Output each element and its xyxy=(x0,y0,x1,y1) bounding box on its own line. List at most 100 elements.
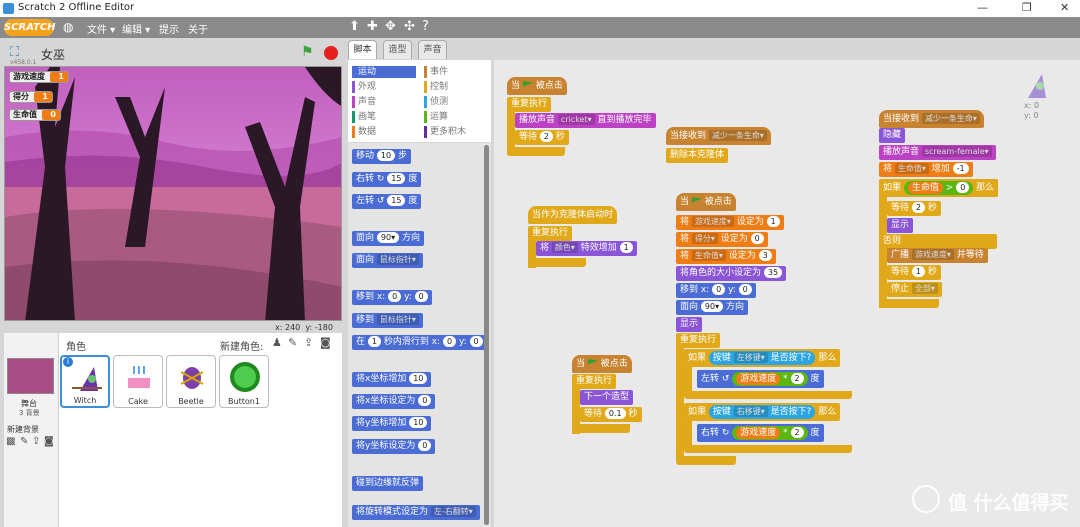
fullscreen-icon[interactable]: ⛶ xyxy=(10,45,19,60)
scripts-area[interactable] xyxy=(494,60,1080,527)
minimize-icon[interactable]: — xyxy=(977,1,988,14)
wait-block[interactable]: 等待 2 秒 xyxy=(887,201,941,216)
menu-about[interactable]: 关于 xyxy=(188,21,208,36)
play-sound-block[interactable]: 播放声音 scream-female▾ xyxy=(879,145,996,160)
category-operators[interactable]: 运算 xyxy=(424,111,448,123)
version-label: v458.0.1 xyxy=(10,59,37,66)
var-value: 1 xyxy=(34,92,52,102)
change-var-block[interactable]: 将 生命值▾ 增加 -1 xyxy=(879,162,973,177)
duplicate-stamp-icon[interactable]: ⬆ xyxy=(349,19,360,34)
category-sound[interactable]: 声音 xyxy=(352,96,376,108)
if-block[interactable]: 如果 按键 右移键▾ 是否按下? 那么 xyxy=(684,403,841,421)
menu-edit[interactable]: 编辑 ▾ xyxy=(122,21,150,36)
next-costume-block[interactable]: 下一个造型 xyxy=(580,390,634,405)
point-direction-block[interactable]: 面向 90▾ 方向 xyxy=(676,300,748,315)
when-flag-clicked-hat[interactable]: 当 被点击 xyxy=(507,77,567,95)
block-change-x[interactable]: 将x坐标增加 10 xyxy=(352,372,432,387)
block-bounce[interactable]: 碰到边缘就反弹 xyxy=(352,476,424,491)
sprites-header: 角色 xyxy=(66,342,86,353)
block-point-towards[interactable]: 面向 鼠标指针▾ xyxy=(352,253,423,268)
tab-scripts[interactable]: 脚本 xyxy=(348,40,377,59)
stage-thumbnail[interactable] xyxy=(7,358,54,394)
green-flag-icon[interactable]: ⚑ xyxy=(301,44,314,60)
backdrop-library-icon[interactable]: ▩ xyxy=(6,436,15,447)
backdrop-upload-icon[interactable]: ⇪ xyxy=(32,436,40,447)
block-move[interactable]: 移动 10 步 xyxy=(352,149,411,164)
category-more-blocks[interactable]: 更多积木 xyxy=(424,126,466,138)
sprite-library-icon[interactable]: ♟ xyxy=(272,336,282,349)
delete-clone-block[interactable]: 删除本克隆体 xyxy=(666,148,729,163)
change-effect-block[interactable]: 将 颜色▾ 特效增加 1 xyxy=(536,241,637,256)
if-c-foot xyxy=(684,445,852,453)
var-monitor-score[interactable]: 得分 1 xyxy=(9,91,53,103)
sprite-tile-cake[interactable]: Cake xyxy=(113,355,163,408)
wait-block[interactable]: 等待 1 秒 xyxy=(887,265,941,280)
category-data[interactable]: 数据 xyxy=(352,126,376,138)
block-set-y[interactable]: 将y坐标设定为 0 xyxy=(352,439,436,454)
shrink-icon[interactable]: ✣ xyxy=(404,19,415,34)
block-goto-xy[interactable]: 移到 x: 0 y: 0 xyxy=(352,290,432,305)
when-receive-hat[interactable]: 当接收到 减少一条生命▾ xyxy=(666,127,771,145)
sprite-tile-button1[interactable]: Button1 xyxy=(219,355,269,408)
grow-icon[interactable]: ✥ xyxy=(385,19,396,34)
wait-block[interactable]: 等待 0.1 秒 xyxy=(580,407,642,422)
block-change-y[interactable]: 将y坐标增加 10 xyxy=(352,416,432,431)
stage[interactable]: 游戏速度 1 得分 1 生命值 0 xyxy=(4,66,342,321)
block-set-x[interactable]: 将x坐标设定为 0 xyxy=(352,394,436,409)
when-receive-hat[interactable]: 当接收到 减少一条生命▾ xyxy=(879,110,984,128)
help-icon[interactable]: ? xyxy=(422,19,429,34)
palette-scrollbar[interactable] xyxy=(484,145,489,525)
set-var-block[interactable]: 将 生命值▾ 设定为 3 xyxy=(676,249,776,264)
set-var-block[interactable]: 将 得分▾ 设定为 0 xyxy=(676,232,768,247)
block-goto[interactable]: 移到 鼠标指针▾ xyxy=(352,313,423,328)
maximize-icon[interactable]: ❐ xyxy=(1022,1,1032,14)
tab-costumes[interactable]: 造型 xyxy=(383,40,412,59)
block-turn-right[interactable]: 右转 ↻ 15 度 xyxy=(352,172,422,187)
close-icon[interactable]: ✕ xyxy=(1060,1,1069,14)
wait-block[interactable]: 等待 2 秒 xyxy=(515,130,569,145)
camera-icon[interactable]: ◙ xyxy=(320,336,331,349)
if-else-block[interactable]: 如果 生命值 > 0 那么 xyxy=(879,179,999,197)
when-start-as-clone-hat[interactable]: 当作为克隆体启动时 xyxy=(528,206,618,224)
set-size-block[interactable]: 将角色的大小设定为 35 xyxy=(676,266,787,281)
backdrop-paint-icon[interactable]: ✎ xyxy=(20,436,28,447)
sprite-tile-witch[interactable]: i Witch xyxy=(60,355,110,408)
category-control[interactable]: 控制 xyxy=(424,81,448,93)
menu-file[interactable]: 文件 ▾ xyxy=(87,21,115,36)
stop-icon[interactable] xyxy=(324,46,338,60)
project-name[interactable]: 女巫 xyxy=(41,46,65,63)
var-monitor-lives[interactable]: 生命值 0 xyxy=(9,109,61,121)
menu-tips[interactable]: 提示 xyxy=(159,21,179,36)
stop-block[interactable]: 停止 全部▾ xyxy=(887,282,942,297)
tab-sounds[interactable]: 声音 xyxy=(418,40,447,59)
paint-brush-icon[interactable]: ✎ xyxy=(288,336,297,349)
language-globe-icon[interactable]: ◍ xyxy=(63,20,73,34)
block-rotation-style[interactable]: 将旋转模式设定为 左-右翻转▾ xyxy=(352,505,480,520)
play-sound-until-done-block[interactable]: 播放声音 cricket▾ 直到播放完毕 xyxy=(515,113,656,128)
backdrop-camera-icon[interactable]: ◙ xyxy=(44,436,54,447)
upload-icon[interactable]: ⇪ xyxy=(304,336,313,349)
var-monitor-speed[interactable]: 游戏速度 1 xyxy=(9,71,69,83)
sprite-tile-beetle[interactable]: Beetle xyxy=(166,355,216,408)
category-events[interactable]: 事件 xyxy=(424,66,448,78)
goto-xy-block[interactable]: 移到 x: 0 y: 0 xyxy=(676,283,756,298)
category-motion[interactable]: 运动 xyxy=(352,66,416,78)
set-var-block[interactable]: 将 游戏速度▾ 设定为 1 xyxy=(676,215,784,230)
category-sensing[interactable]: 侦测 xyxy=(424,96,448,108)
when-flag-clicked-hat[interactable]: 当 被点击 xyxy=(572,355,632,373)
block-turn-left[interactable]: 左转 ↺ 15 度 xyxy=(352,194,422,209)
if-block[interactable]: 如果 按键 左移键▾ 是否按下? 那么 xyxy=(684,349,841,367)
block-point-direction[interactable]: 面向 90▾ 方向 xyxy=(352,231,424,246)
category-looks[interactable]: 外观 xyxy=(352,81,376,93)
delete-cut-icon[interactable]: ✚ xyxy=(367,19,378,34)
show-block[interactable]: 显示 xyxy=(676,317,703,332)
show-block[interactable]: 显示 xyxy=(887,218,914,233)
hide-block[interactable]: 隐藏 xyxy=(879,128,906,143)
turn-right-block[interactable]: 右转 ↻ 游戏速度 * 2 度 xyxy=(697,424,824,442)
category-pen[interactable]: 画笔 xyxy=(352,111,376,123)
when-flag-clicked-hat[interactable]: 当 被点击 xyxy=(676,193,736,211)
turn-left-block[interactable]: 左转 ↺ 游戏速度 * 2 度 xyxy=(697,370,824,388)
broadcast-and-wait-block[interactable]: 广播 游戏速度▾ 并等待 xyxy=(887,248,988,263)
current-sprite-witch-icon xyxy=(1028,74,1046,98)
block-glide[interactable]: 在 1 秒内滑行到 x: 0 y: 0 xyxy=(352,335,487,350)
